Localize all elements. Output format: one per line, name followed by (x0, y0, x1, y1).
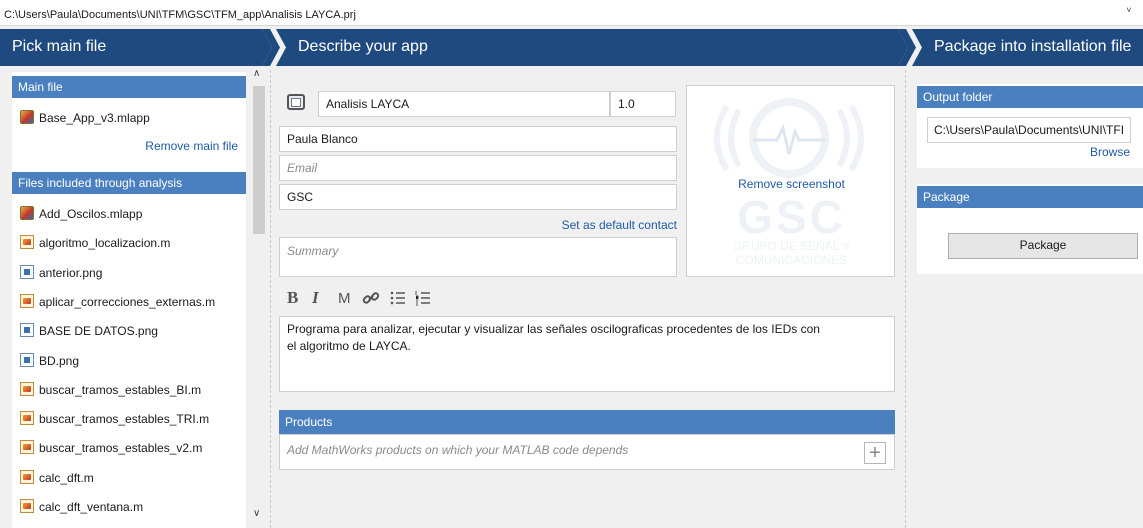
file-list-item[interactable]: Add_Oscilos.mlapp (20, 206, 142, 221)
step-separator-icon (262, 29, 286, 66)
file-list-item[interactable]: calc_dft_ventana.m (20, 499, 143, 514)
logo-line3: COMUNICACIONES (735, 253, 848, 267)
file-name: BASE DE DATOS.png (39, 324, 158, 339)
products-header: Products (279, 410, 895, 434)
left-scrollbar[interactable]: ∧ ∨ (250, 68, 268, 528)
m-file-icon (20, 381, 34, 396)
file-name: algoritmo_localizacion.m (39, 236, 171, 251)
file-name: anterior.png (39, 265, 103, 280)
monospace-button[interactable]: M (338, 290, 351, 307)
set-default-contact-link[interactable]: Set as default contact (480, 218, 677, 232)
file-list-item[interactable]: anterior.png (20, 264, 103, 280)
png-file-icon (20, 323, 34, 338)
app-name-field[interactable]: Analisis LAYCA (318, 91, 610, 117)
file-name: buscar_tramos_estables_TRI.m (39, 412, 210, 427)
summary-field[interactable]: Summary (279, 237, 677, 277)
browse-link[interactable]: Browse (1060, 145, 1130, 159)
mlapp-icon (20, 206, 34, 220)
remove-screenshot-link[interactable]: Remove screenshot (687, 177, 894, 191)
plus-icon[interactable]: + (864, 442, 886, 464)
logo-line2: GRUPO DE SEÑAL Y (732, 239, 851, 253)
package-header: Package (917, 186, 1143, 208)
m-file-icon (20, 235, 34, 250)
divider (270, 70, 271, 528)
output-folder-field[interactable]: C:\Users\Paula\Documents\UNI\TFI (927, 117, 1131, 143)
products-field[interactable]: Add MathWorks products on which your MAT… (279, 434, 895, 470)
file-name: Add_Oscilos.mlapp (39, 207, 143, 221)
file-name: aplicar_correcciones_externas.m (39, 294, 216, 309)
m-file-icon (20, 499, 34, 513)
file-list-item[interactable]: buscar_tramos_estables_BI.m (20, 381, 202, 397)
app-icon[interactable] (287, 94, 305, 110)
file-name: calc_dft.m (39, 470, 94, 485)
step-describe-app[interactable]: Describe your app (298, 38, 428, 56)
png-file-icon (20, 352, 34, 367)
file-list-item[interactable]: BD.png (20, 352, 80, 368)
scroll-down-icon[interactable]: ∨ (253, 508, 260, 519)
file-list-item[interactable]: calc_dft.m (20, 469, 94, 485)
step-package[interactable]: Package into installation file (934, 38, 1131, 56)
file-list-item[interactable]: buscar_tramos_estables_v2.m (20, 440, 202, 455)
file-list-item[interactable]: algoritmo_localizacion.m (20, 235, 170, 250)
analysis-file-list: Add_Oscilos.mlapp algoritmo_localizacion.… (0, 0, 250, 528)
m-file-icon (20, 293, 34, 308)
step-separator-icon (898, 29, 922, 66)
m-file-icon (20, 469, 34, 484)
output-folder-header: Output folder (917, 86, 1143, 108)
file-name: BD.png (39, 353, 80, 368)
description-field[interactable]: Programa para analizar, ejecutar y visua… (279, 316, 895, 392)
file-name: calc_dft_ventana.m (39, 500, 144, 514)
file-name: buscar_tramos_estables_v2.m (39, 441, 203, 456)
email-field[interactable]: Email (279, 155, 677, 181)
pin-icon[interactable]: ⱽ (1127, 7, 1131, 18)
png-file-icon (20, 264, 34, 279)
scroll-thumb[interactable] (253, 86, 265, 234)
m-file-icon (20, 440, 34, 455)
file-list-item[interactable]: aplicar_correcciones_externas.m (20, 293, 216, 309)
file-name: buscar_tramos_estables_BI.m (39, 382, 202, 397)
bullet-list-icon[interactable] (389, 289, 407, 307)
screenshot-box[interactable]: Remove screenshot GSC GRUPO DE SEÑAL Y C… (686, 85, 895, 277)
divider (905, 70, 906, 528)
package-button[interactable]: Package (948, 233, 1138, 259)
logo-gsc-text: GSC (737, 191, 846, 243)
organization-field[interactable]: GSC (279, 184, 677, 210)
link-icon[interactable] (362, 289, 380, 307)
file-list-item[interactable]: buscar_tramos_estables_TRI.m (20, 411, 209, 426)
m-file-icon (20, 411, 34, 426)
scroll-up-icon[interactable]: ∧ (253, 68, 260, 79)
italic-button[interactable]: I (312, 288, 319, 308)
gsc-logo-icon (714, 98, 864, 178)
numbered-list-icon[interactable] (414, 289, 432, 307)
file-list-item[interactable]: BASE DE DATOS.png (20, 323, 158, 338)
author-field[interactable]: Paula Blanco (279, 126, 677, 152)
bold-button[interactable]: B (287, 288, 298, 308)
version-field[interactable]: 1.0 (610, 91, 676, 117)
